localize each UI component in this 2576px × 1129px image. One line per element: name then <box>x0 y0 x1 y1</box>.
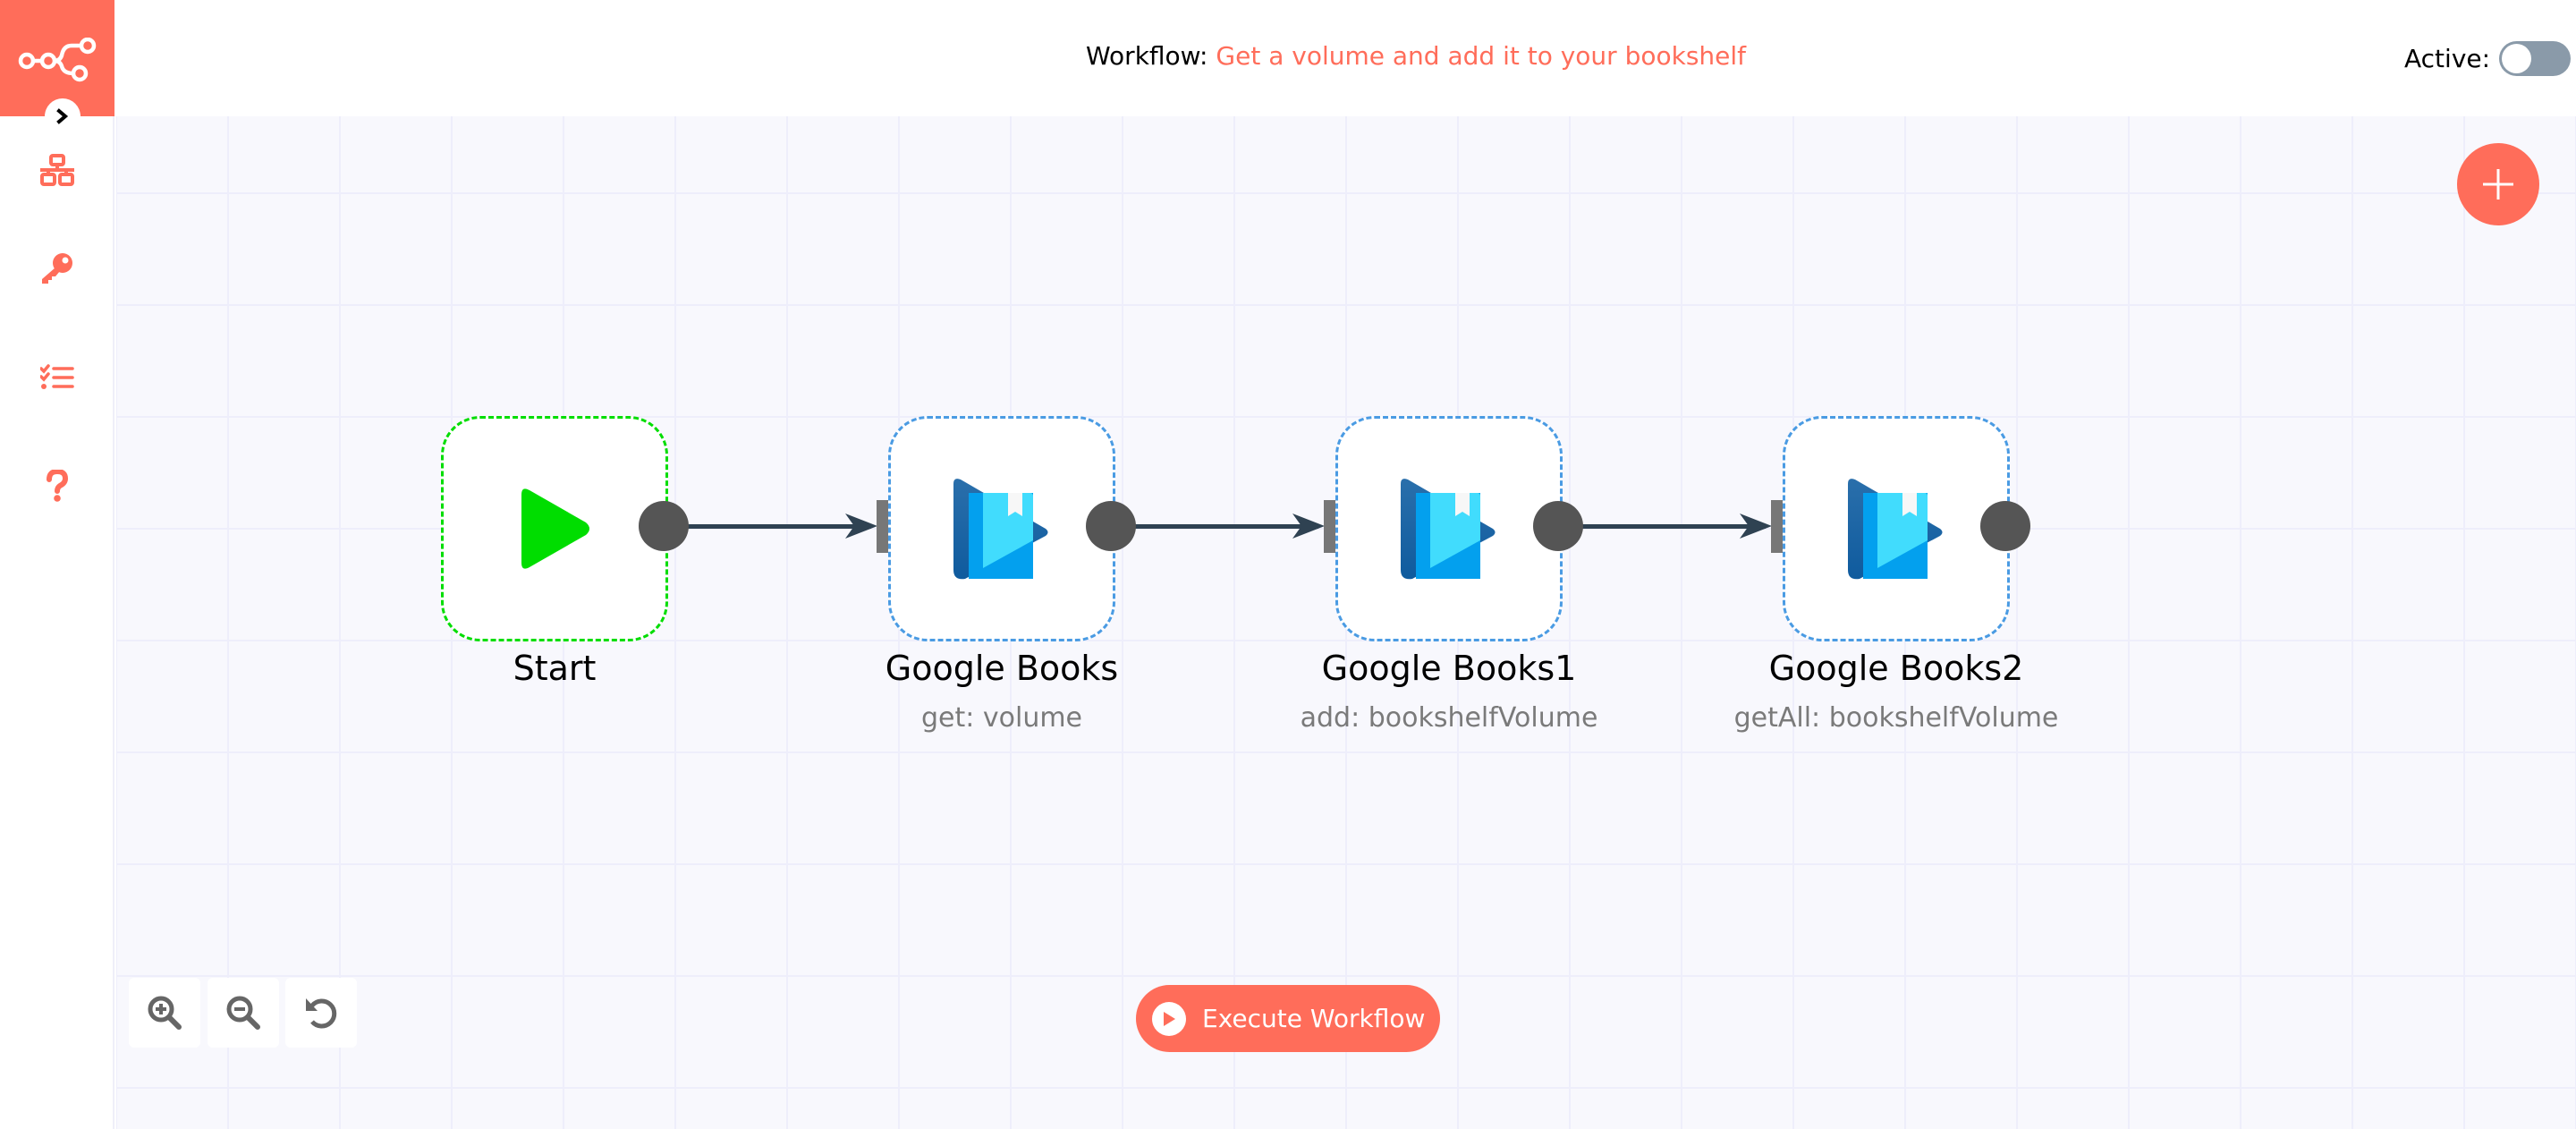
add-node-button[interactable] <box>2457 143 2539 225</box>
connection-line[interactable] <box>1135 524 1318 529</box>
node-start[interactable] <box>441 416 668 641</box>
output-port[interactable] <box>1980 501 2030 551</box>
zoom-in-icon <box>148 996 182 1030</box>
play-circle-icon <box>1152 1001 1186 1036</box>
chevron-right-icon <box>56 108 69 124</box>
output-port[interactable] <box>1086 501 1136 551</box>
connection-arrow-icon <box>845 514 877 539</box>
node-label: Google Books <box>885 649 1119 688</box>
sidebar <box>0 0 114 1129</box>
connection-arrow-icon <box>1740 514 1772 539</box>
google-books-icon <box>1401 479 1496 580</box>
workflow-title: Workflow: Get a volume and add it to you… <box>1086 41 1746 71</box>
google-books-icon <box>953 479 1048 580</box>
sidebar-item-workflows[interactable] <box>30 143 84 197</box>
active-label: Active: <box>2404 44 2491 73</box>
play-icon <box>521 488 589 569</box>
active-toggle[interactable] <box>2499 41 2572 76</box>
play-triangle-icon <box>1164 1011 1175 1026</box>
zoom-out-icon <box>226 996 260 1030</box>
execute-workflow-button[interactable]: Execute Workflow <box>1136 985 1440 1052</box>
zoom-in-button[interactable] <box>129 978 200 1048</box>
reset-zoom-icon <box>306 998 337 1029</box>
node-label: Start <box>513 649 597 688</box>
output-port[interactable] <box>1533 501 1583 551</box>
node-subtitle: add: bookshelfVolume <box>1300 702 1598 734</box>
key-icon <box>42 253 72 284</box>
sidebar-item-credentials[interactable] <box>30 242 84 295</box>
active-control: Active: <box>2404 41 2572 76</box>
sidebar-item-executions[interactable] <box>30 351 84 404</box>
node-google-books1[interactable] <box>1335 416 1563 641</box>
reset-zoom-button[interactable] <box>285 978 357 1048</box>
node-label: Google Books1 <box>1321 649 1577 688</box>
tasks-icon <box>40 364 74 389</box>
network-icon <box>40 154 74 186</box>
output-port[interactable] <box>639 501 689 551</box>
workflow-name[interactable]: Get a volume and add it to your bookshel… <box>1216 41 1746 71</box>
header: Workflow: Get a volume and add it to you… <box>114 0 2576 116</box>
workflow-title-prefix: Workflow: <box>1086 41 1208 71</box>
node-subtitle: get: volume <box>920 702 1083 734</box>
app-root: Workflow: Get a volume and add it to you… <box>0 0 2576 1129</box>
sidebar-item-help[interactable] <box>30 459 84 513</box>
connection-line[interactable] <box>1582 524 1766 529</box>
expand-sidebar-button[interactable] <box>45 98 80 134</box>
connection-line[interactable] <box>688 524 871 529</box>
plus-icon <box>2483 169 2513 199</box>
logo-icon <box>18 38 97 82</box>
question-icon <box>47 470 69 502</box>
google-books-icon <box>1848 479 1943 580</box>
node-google-books[interactable] <box>888 416 1115 641</box>
toggle-knob <box>2502 44 2532 73</box>
node-subtitle: getAll: bookshelfVolume <box>1733 702 2059 734</box>
node-label: Google Books2 <box>1768 649 2024 688</box>
connection-arrow-icon <box>1292 514 1325 539</box>
workflow-canvas[interactable]: Start Google Books get: volume Google Bo… <box>116 116 2576 1129</box>
execute-workflow-label: Execute Workflow <box>1202 1004 1426 1033</box>
zoom-out-button[interactable] <box>208 978 279 1048</box>
node-google-books2[interactable] <box>1783 416 2010 641</box>
